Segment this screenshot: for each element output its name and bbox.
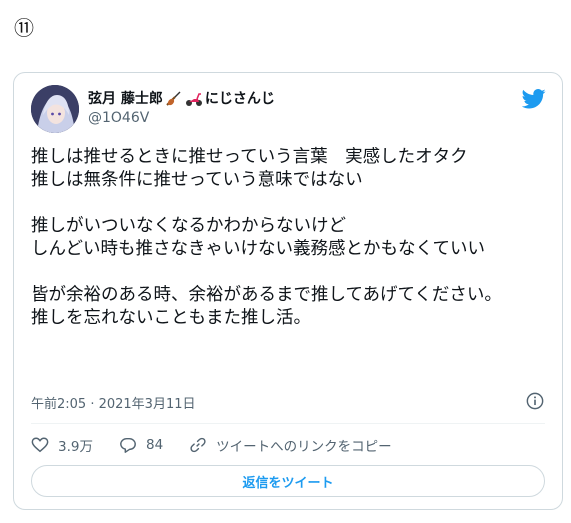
divider — [31, 423, 545, 424]
display-name-suffix: にじさんじ — [204, 91, 275, 107]
avatar[interactable] — [31, 85, 79, 133]
like-button[interactable]: 3.9万 — [31, 435, 93, 455]
tweet-line: 皆が余裕のある時、余裕があるまで推してあげてください。 — [31, 285, 502, 305]
tweet-timestamp[interactable]: 午前2:05 · 2021年3月11日 — [31, 393, 196, 412]
link-icon — [190, 437, 206, 453]
like-count: 3.9万 — [58, 439, 93, 455]
twitter-bird-icon[interactable] — [522, 89, 546, 109]
reply-tweet-button[interactable]: 返信をツイート — [31, 465, 545, 497]
tweet-line: 推しを忘れないこともまた推し活。 — [31, 308, 311, 328]
tweet-text: 推しは推せるときに推せっていう言葉 実感したオタク 推しは無条件に推せっていう意… — [31, 146, 551, 330]
reply-count: 84 — [145, 437, 164, 453]
speech-bubble-icon — [120, 437, 136, 453]
display-name: 弦月 藤士郎 — [88, 91, 163, 107]
violin-emoji-icon — [166, 91, 181, 106]
tweet-line: しんどい時も推さなきゃいけない義務感とかもなくていい — [31, 239, 485, 259]
author-handle[interactable]: @1O46V — [88, 108, 275, 128]
author-name[interactable]: 弦月 藤士郎 にじさんじ — [88, 90, 275, 108]
tweet-line: 推しは推せるときに推せっていう言葉 実感したオタク — [31, 147, 468, 167]
tweet-line: 推しがいついなくなるかわからないけど — [31, 216, 346, 236]
info-icon[interactable] — [526, 392, 544, 410]
tweet-card: 弦月 藤士郎 にじさんじ @1O46V 推しは推せるときに推せっていう言葉 実感… — [13, 72, 563, 510]
heart-icon — [31, 437, 49, 453]
scooter-emoji-icon — [185, 93, 202, 106]
copy-link-button[interactable]: ツイートへのリンクをコピー — [189, 435, 392, 455]
tweet-actions: 3.9万 84 ツイートへのリンクをコピー — [31, 435, 418, 455]
reply-count-button[interactable]: 84 — [119, 436, 163, 454]
tweet-line: 推しは無条件に推せっていう意味ではない — [31, 170, 363, 190]
copy-link-label: ツイートへのリンクをコピー — [216, 439, 392, 455]
item-number-marker: ⑪ — [14, 16, 34, 40]
